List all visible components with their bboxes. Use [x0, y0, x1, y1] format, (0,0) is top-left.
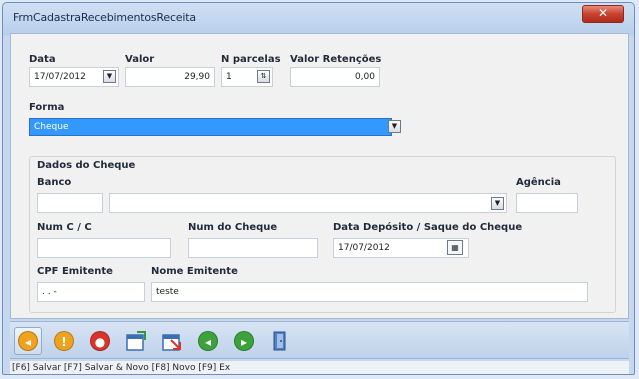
- next-button[interactable]: ▸: [230, 327, 258, 355]
- nome-value: teste: [156, 287, 179, 297]
- numcc-label: Num C / C: [37, 222, 92, 233]
- form-panel: Data Valor N parcelas Valor Retenções 17…: [10, 33, 629, 319]
- cpf-label: CPF Emitente: [37, 266, 113, 277]
- deposito-value: 17/07/2012: [338, 243, 390, 253]
- window-title: FrmCadastraRecebimentosReceita: [13, 11, 196, 24]
- status-bar: [F6] Salvar [F7] Salvar & Novo [F8] Novo…: [10, 361, 629, 374]
- retencoes-label: Valor Retenções: [290, 54, 382, 65]
- export-button[interactable]: [122, 327, 150, 355]
- agencia-label: Agência: [516, 177, 561, 188]
- calendar-icon[interactable]: ▦: [447, 240, 463, 255]
- parcelas-label: N parcelas: [221, 54, 281, 65]
- export-icon: [126, 331, 146, 351]
- forma-value: Cheque: [34, 122, 69, 132]
- stop-icon: ●: [90, 331, 110, 351]
- nome-field[interactable]: teste: [151, 282, 588, 302]
- close-button[interactable]: ✕: [582, 5, 624, 23]
- numcc-field[interactable]: [37, 238, 171, 258]
- back-button[interactable]: ◂: [14, 327, 42, 355]
- cpf-value: . . -: [42, 287, 57, 297]
- nome-label: Nome Emitente: [151, 266, 238, 277]
- exit-door-icon: [273, 331, 286, 351]
- data-value: 17/07/2012: [34, 72, 86, 82]
- forma-dropdown-icon[interactable]: ▼: [388, 120, 401, 133]
- numcheque-field[interactable]: [188, 238, 318, 258]
- valor-label: Valor: [125, 54, 155, 65]
- cheque-group-label: Dados do Cheque: [37, 160, 136, 171]
- import-button[interactable]: [158, 327, 186, 355]
- retencoes-field[interactable]: 0,00: [290, 67, 380, 87]
- banco-name-select[interactable]: [109, 193, 507, 213]
- app-window: FrmCadastraRecebimentosReceita ✕ Data Va…: [2, 2, 635, 375]
- data-label: Data: [29, 54, 56, 65]
- parcelas-value: 1: [226, 72, 232, 82]
- save-button[interactable]: !: [50, 327, 78, 355]
- cpf-field[interactable]: . . -: [37, 282, 145, 302]
- deposito-label: Data Depósito / Saque do Cheque: [333, 222, 523, 233]
- data-dropdown-icon[interactable]: ▼: [103, 70, 116, 83]
- parcelas-spinner-icon[interactable]: ⇅: [257, 70, 270, 83]
- valor-field[interactable]: 29,90: [125, 67, 215, 87]
- numcheque-label: Num do Cheque: [188, 222, 278, 233]
- banco-code-field[interactable]: [37, 193, 103, 213]
- cancel-button[interactable]: ●: [86, 327, 114, 355]
- banco-dropdown-icon[interactable]: ▼: [491, 197, 504, 210]
- warning-icon: !: [54, 331, 74, 351]
- next-icon: ▸: [234, 331, 254, 351]
- agencia-field[interactable]: [516, 193, 578, 213]
- previous-icon: ◂: [198, 331, 218, 351]
- retencoes-value: 0,00: [354, 72, 375, 82]
- title-bar[interactable]: FrmCadastraRecebimentosReceita ✕: [3, 3, 634, 33]
- status-text: [F6] Salvar [F7] Salvar & Novo [F8] Novo…: [12, 363, 231, 373]
- import-icon: [162, 334, 181, 351]
- valor-value: 29,90: [184, 72, 210, 82]
- forma-label: Forma: [29, 102, 65, 113]
- toolbar: ◂ ! ● ◂ ▸: [10, 321, 629, 359]
- previous-button[interactable]: ◂: [194, 327, 222, 355]
- exit-button[interactable]: [266, 327, 294, 355]
- banco-label: Banco: [37, 177, 72, 188]
- forma-select[interactable]: Cheque: [29, 118, 392, 136]
- back-arrow-icon: ◂: [18, 331, 38, 351]
